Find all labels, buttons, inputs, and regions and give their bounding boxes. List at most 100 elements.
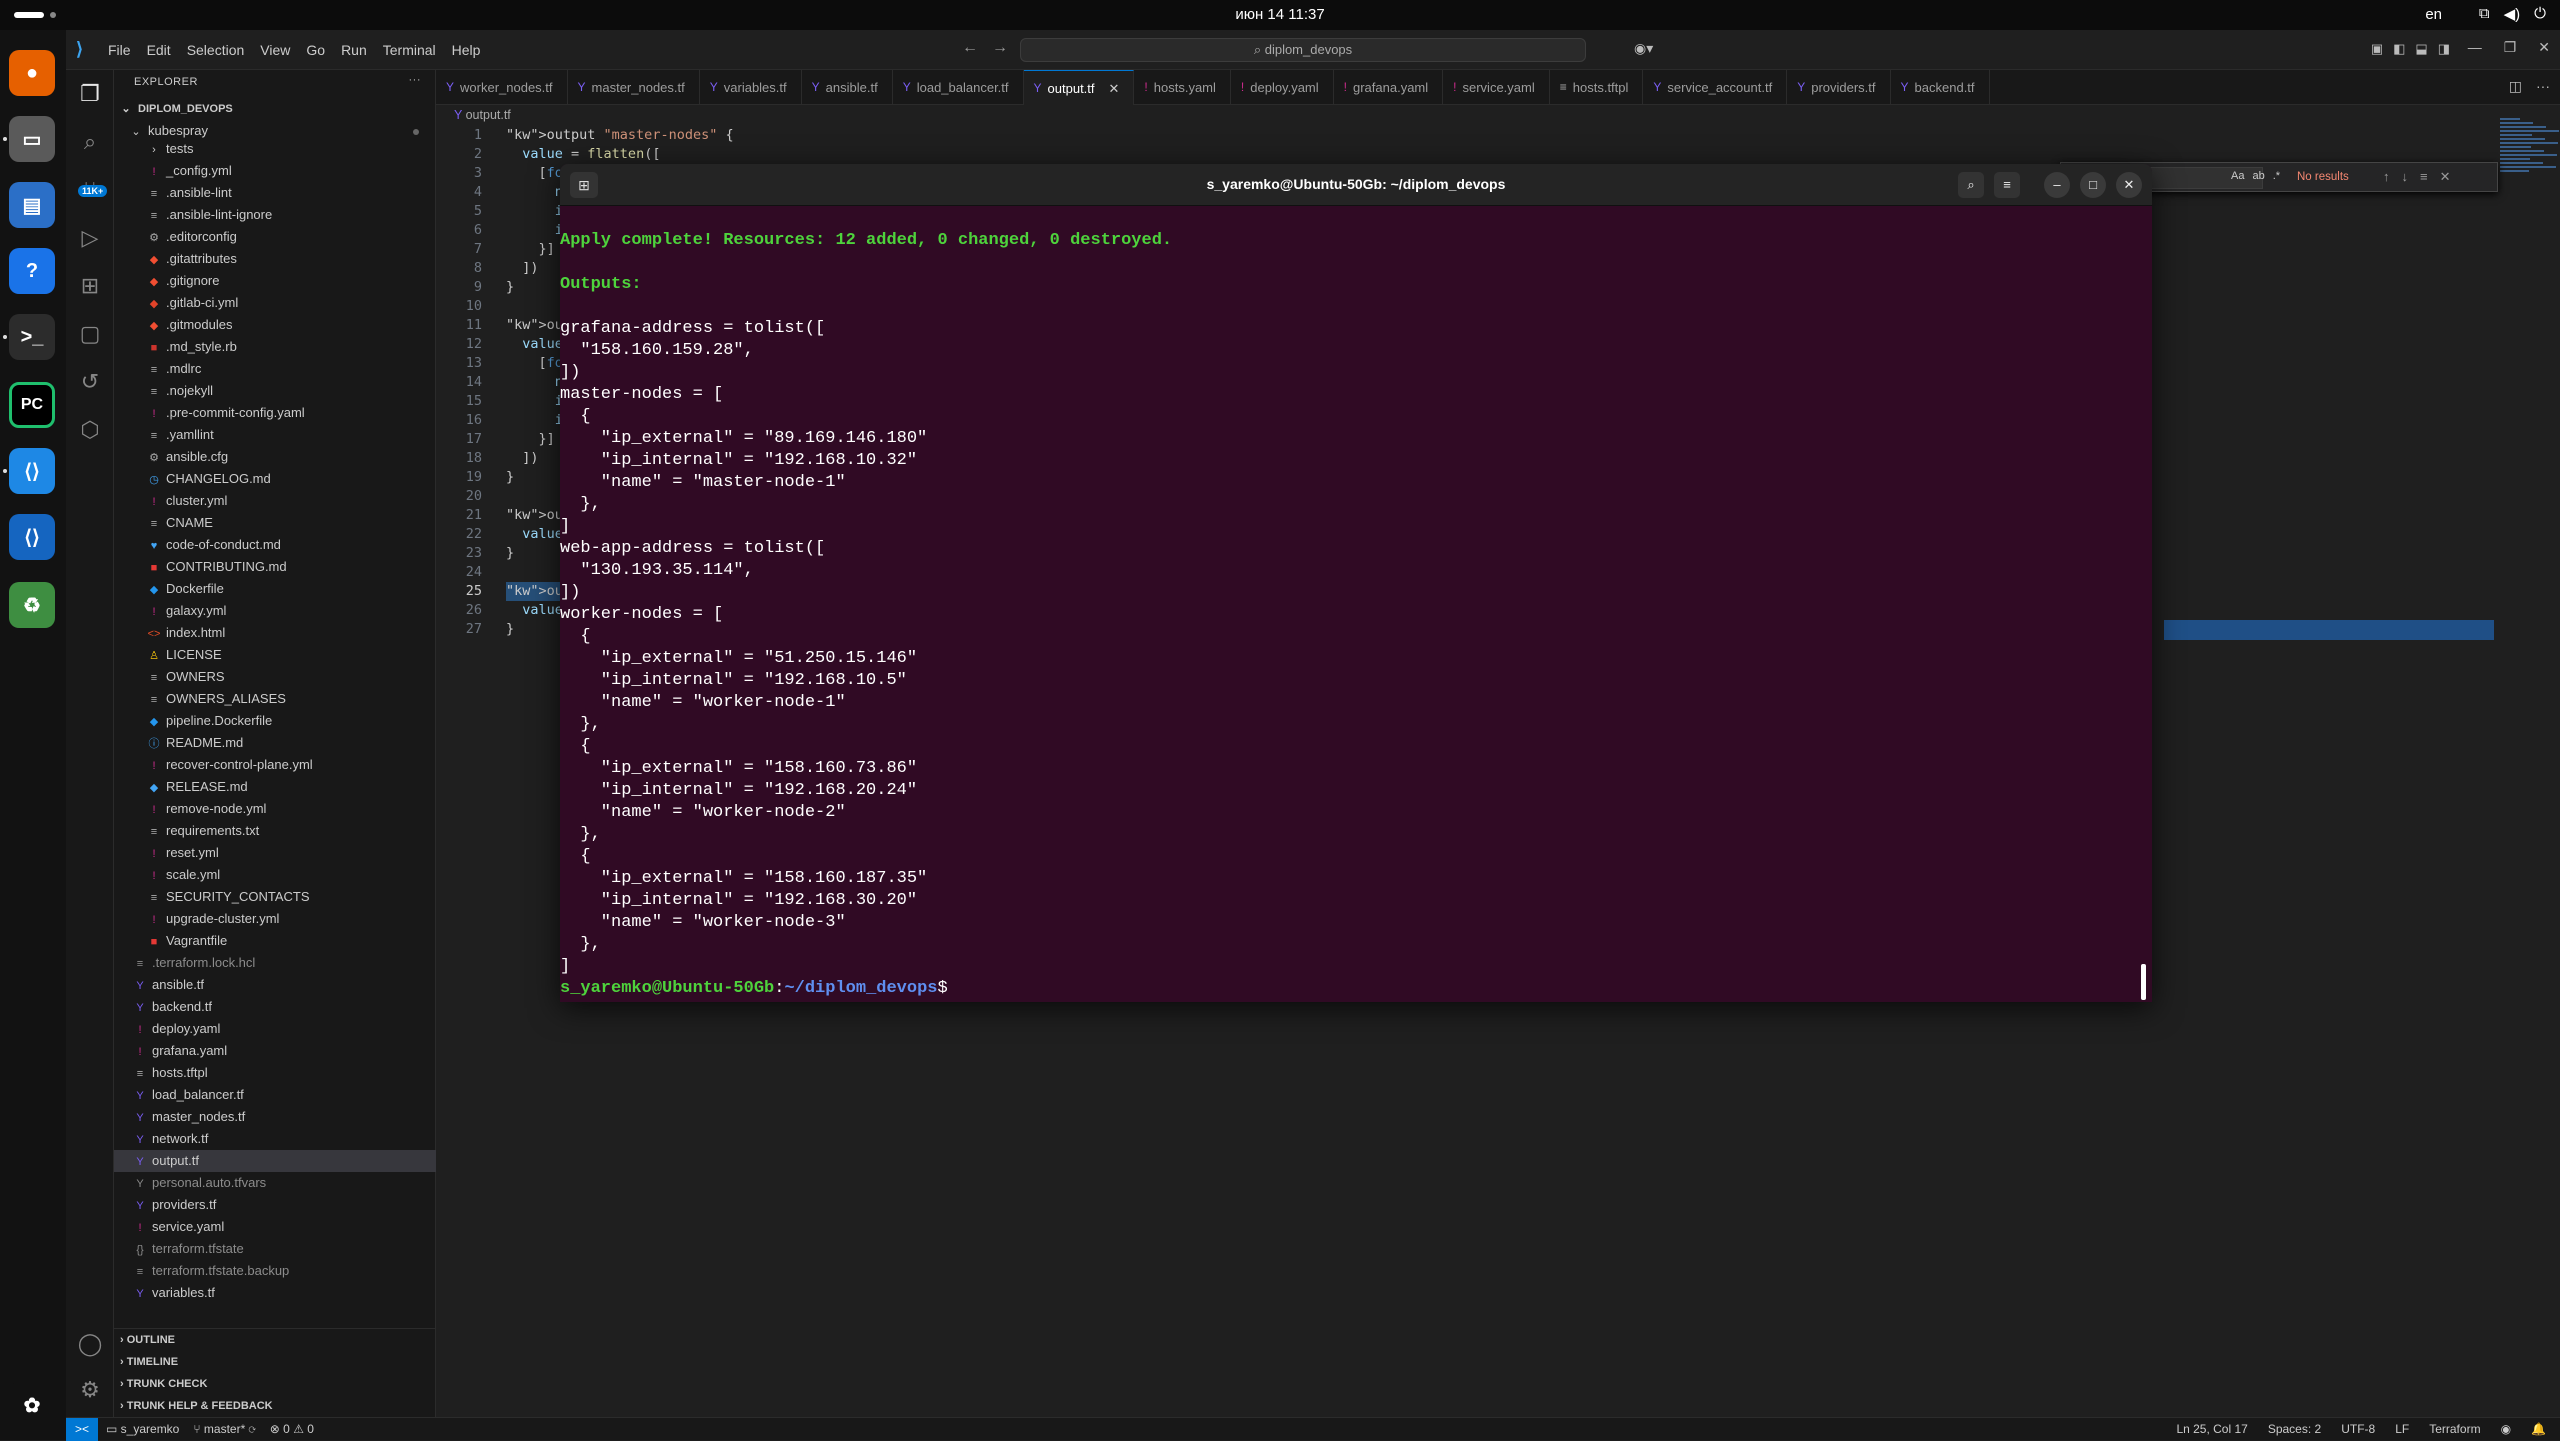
file-item[interactable]: <> index.html [114, 622, 436, 644]
ubuntu-apps-icon[interactable]: ✿ [9, 1382, 55, 1428]
status-cursor[interactable]: Ln 25, Col 17 [2176, 1422, 2247, 1436]
close-icon[interactable]: ✕ [2538, 39, 2550, 56]
minimap[interactable] [2500, 118, 2560, 178]
file-item[interactable]: ♥ code-of-conduct.md [114, 534, 436, 556]
file-item[interactable]: {} terraform.tfstate [114, 1238, 436, 1260]
file-item[interactable]: ≡ OWNERS [114, 666, 436, 688]
help-icon[interactable]: ? [9, 248, 55, 294]
run-debug-icon[interactable]: ▷ [76, 224, 104, 252]
split-editor-icon[interactable]: ◫ [2509, 78, 2522, 95]
file-item[interactable]: ! scale.yml [114, 864, 436, 886]
command-center[interactable]: ⌕ diplom_devops [1020, 38, 1586, 62]
file-item[interactable]: ◆ .gitlab-ci.yml [114, 292, 436, 314]
files-icon[interactable]: ▭ [9, 116, 55, 162]
remote-explorer-icon[interactable]: ▢ [76, 320, 104, 348]
editor-tab[interactable]: Yworker_nodes.tf [436, 70, 568, 105]
timeline-icon[interactable]: ↺ [76, 368, 104, 396]
network-icon[interactable]: ⧉ [2479, 5, 2490, 23]
file-item[interactable]: Ymaster_nodes.tf [114, 1106, 436, 1128]
copilot-icon[interactable]: ◉▾ [1634, 40, 1653, 57]
menu-file[interactable]: File [108, 42, 131, 58]
volume-icon[interactable]: ◀) [2504, 5, 2521, 23]
minimize-icon[interactable]: – [2044, 172, 2070, 198]
copilot-status-icon[interactable]: ◉ [2501, 1422, 2511, 1436]
file-item[interactable]: ◆ Dockerfile [114, 578, 436, 600]
file-item[interactable]: ! service.yaml [114, 1216, 436, 1238]
file-item[interactable]: Yload_balancer.tf [114, 1084, 436, 1106]
vscode-2-icon[interactable]: ⟨⟩ [9, 514, 55, 560]
file-item[interactable]: ≡ requirements.txt [114, 820, 436, 842]
search-icon[interactable]: ⌕ [1958, 172, 1984, 198]
editor-tab[interactable]: ! hosts.yaml [1134, 70, 1231, 105]
firefox-icon[interactable]: ● [9, 50, 55, 96]
file-item[interactable]: ■ Vagrantfile [114, 930, 436, 952]
next-match-icon[interactable]: ↓ [2402, 169, 2409, 185]
file-item[interactable]: ! cluster.yml [114, 490, 436, 512]
file-item[interactable]: ! galaxy.yml [114, 600, 436, 622]
minimize-icon[interactable]: — [2468, 39, 2482, 56]
section-trunk-check[interactable]: › TRUNK CHECK [114, 1373, 436, 1395]
file-item[interactable]: ≡ OWNERS_ALIASES [114, 688, 436, 710]
breadcrumb[interactable]: Y output.tf [454, 108, 511, 122]
file-item[interactable]: ! grafana.yaml [114, 1040, 436, 1062]
file-item[interactable]: ◆ pipeline.Dockerfile [114, 710, 436, 732]
file-item[interactable]: ◆ .gitmodules [114, 314, 436, 336]
explorer-icon[interactable]: ❐ [76, 80, 104, 108]
match-case-toggle[interactable]: Aa [2231, 170, 2244, 182]
file-item[interactable]: ! reset.yml [114, 842, 436, 864]
extensions-icon[interactable]: ⊞ [76, 272, 104, 300]
file-item[interactable]: ≡ .yamllint [114, 424, 436, 446]
editor-tab[interactable]: Youtput.tf ✕ [1023, 70, 1135, 106]
find-in-selection-icon[interactable]: ≡ [2420, 169, 2428, 185]
restore-icon[interactable]: ❐ [2504, 39, 2517, 56]
status-eol[interactable]: LF [2395, 1422, 2409, 1436]
file-item[interactable]: ! deploy.yaml [114, 1018, 436, 1040]
toggle-sidebar-icon[interactable]: ◧ [2393, 41, 2405, 57]
pycharm-icon[interactable]: PC [9, 382, 55, 428]
file-item[interactable]: Yvariables.tf [114, 1282, 436, 1304]
menu-view[interactable]: View [260, 42, 290, 58]
menu-edit[interactable]: Edit [147, 42, 171, 58]
file-item[interactable]: ⚙ ansible.cfg [114, 446, 436, 468]
close-tab-icon[interactable]: ✕ [1109, 71, 1120, 106]
trunk-icon[interactable]: ⬡ [76, 416, 104, 444]
file-item[interactable]: ■ CONTRIBUTING.md [114, 556, 436, 578]
file-item[interactable]: ≡ .nojekyll [114, 380, 436, 402]
file-item[interactable]: Ynetwork.tf [114, 1128, 436, 1150]
file-item[interactable]: Ybackend.tf [114, 996, 436, 1018]
toggle-bottom-panel-icon[interactable]: ⬓ [2415, 41, 2427, 57]
file-item[interactable]: ■ .md_style.rb [114, 336, 436, 358]
file-item[interactable]: ≡ .ansible-lint [114, 182, 436, 204]
editor-tab[interactable]: Yansible.tf [802, 70, 893, 105]
file-item[interactable]: ! _config.yml [114, 160, 436, 182]
menu-terminal[interactable]: Terminal [383, 42, 436, 58]
menu-selection[interactable]: Selection [187, 42, 245, 58]
menu-run[interactable]: Run [341, 42, 367, 58]
status-language[interactable]: Terraform [2429, 1422, 2480, 1436]
file-item[interactable]: Youtput.tf [114, 1150, 436, 1172]
accounts-icon[interactable]: ◯ [76, 1330, 104, 1358]
file-item[interactable]: ≡ .ansible-lint-ignore [114, 204, 436, 226]
system-tray[interactable]: ⧉ ◀) ⏻ [2479, 5, 2546, 23]
file-item[interactable]: Yproviders.tf [114, 1194, 436, 1216]
status-branch[interactable]: ⑂ master* ⟳ [193, 1422, 255, 1436]
hamburger-menu-icon[interactable]: ≡ [1994, 172, 2020, 198]
file-item[interactable]: ♙ LICENSE [114, 644, 436, 666]
file-item[interactable]: ⚙ .editorconfig [114, 226, 436, 248]
file-item[interactable]: Ypersonal.auto.tfvars [114, 1172, 436, 1194]
code-line[interactable]: 1 "kw">output "master-nodes" { [436, 126, 2560, 145]
forward-arrow-icon[interactable]: → [992, 39, 1008, 57]
settings-gear-icon[interactable]: ⚙ [76, 1376, 104, 1404]
search-icon[interactable]: ⌕ [76, 128, 104, 156]
file-item[interactable]: › tests [114, 138, 436, 160]
close-icon[interactable]: ✕ [2440, 169, 2451, 185]
editor-tab[interactable]: Ybackend.tf [1891, 70, 1990, 105]
more-actions-icon[interactable]: ··· [2536, 78, 2550, 95]
editor-tab[interactable]: ! grafana.yaml [1334, 70, 1444, 105]
notifications-icon[interactable]: 🔔 [2531, 1422, 2546, 1436]
file-item[interactable]: ◆ RELEASE.md [114, 776, 436, 798]
file-item[interactable]: ≡ .terraform.lock.hcl [114, 952, 436, 974]
editor-tab[interactable]: Ymaster_nodes.tf [568, 70, 700, 105]
file-item[interactable]: ≡ CNAME [114, 512, 436, 534]
file-item[interactable]: ! remove-node.yml [114, 798, 436, 820]
